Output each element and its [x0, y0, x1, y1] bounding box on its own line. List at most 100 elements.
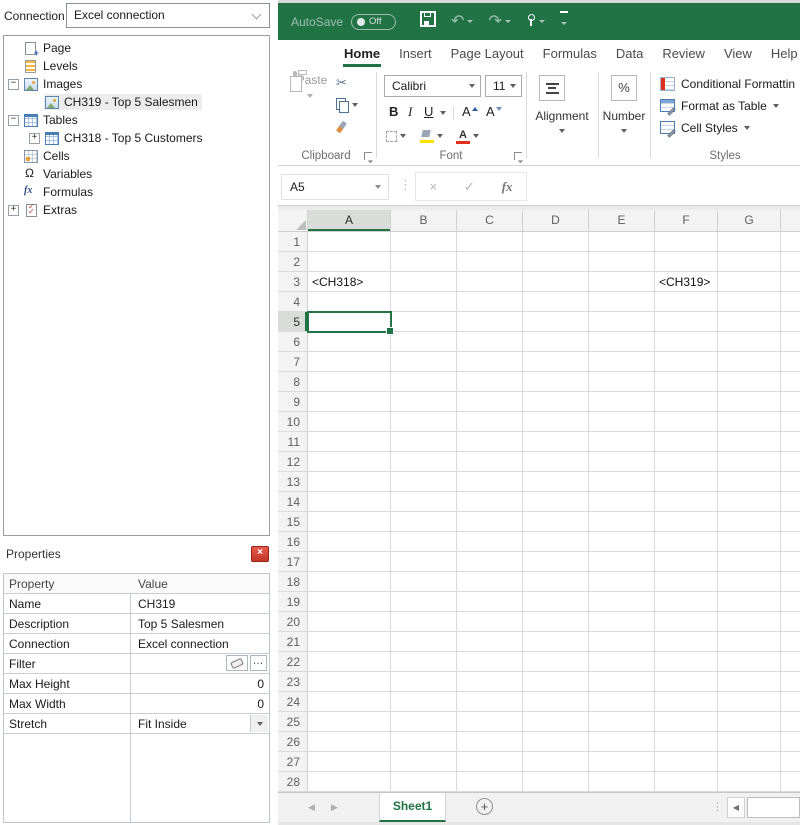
touch-mouse-mode-button[interactable]	[526, 13, 545, 31]
connection-select[interactable]: Excel connection	[66, 3, 270, 28]
copy-button[interactable]	[336, 98, 358, 112]
column-header-f[interactable]: F	[655, 210, 718, 231]
bold-button[interactable]: B	[389, 104, 398, 120]
row-header-14[interactable]: 14	[278, 492, 307, 512]
row-header-7[interactable]: 7	[278, 352, 307, 372]
filter-more-button[interactable]: …	[250, 655, 267, 671]
property-value-max-height[interactable]: 0	[131, 674, 269, 693]
column-header-a[interactable]: A	[308, 210, 391, 231]
row-header-27[interactable]: 27	[278, 752, 307, 772]
column-header-c[interactable]: C	[457, 210, 523, 231]
tree-item-images[interactable]: −Images	[4, 75, 269, 93]
select-all-corner[interactable]	[278, 210, 308, 231]
fill-color-button[interactable]	[420, 128, 443, 144]
chevron-down-icon[interactable]	[621, 129, 627, 133]
property-value-max-width[interactable]: 0	[131, 694, 269, 713]
row-header-25[interactable]: 25	[278, 712, 307, 732]
autosave-toggle[interactable]: Off	[351, 14, 396, 30]
underline-button[interactable]: U	[424, 104, 433, 120]
tree-item-ch319-top-5-salesmen[interactable]: CH319 - Top 5 Salesmen	[4, 93, 269, 111]
row-header-11[interactable]: 11	[278, 432, 307, 452]
column-header-d[interactable]: D	[523, 210, 589, 231]
minus-expander-icon[interactable]: −	[8, 79, 19, 90]
horizontal-scrollbar-thumb[interactable]	[747, 797, 800, 818]
stretch-dropdown-button[interactable]	[250, 715, 268, 732]
tab-home[interactable]: Home	[343, 43, 381, 67]
enter-button[interactable]: ✓	[464, 179, 475, 195]
italic-button[interactable]: I	[408, 104, 412, 120]
tree-item-variables[interactable]: Variables	[4, 165, 269, 183]
tree-item-tables[interactable]: −Tables	[4, 111, 269, 129]
customize-qat-button[interactable]	[560, 11, 568, 33]
conditional-formatting-button[interactable]: Conditional Formattin	[660, 76, 795, 91]
chevron-down-icon[interactable]	[559, 129, 565, 133]
row-header-15[interactable]: 15	[278, 512, 307, 532]
sheet-nav-right-icon[interactable]: ▶	[331, 802, 338, 813]
property-value-connection[interactable]: Excel connection	[131, 634, 269, 653]
sheet-tab-sheet1[interactable]: Sheet1	[379, 793, 446, 822]
tree-item-formulas[interactable]: Formulas	[4, 183, 269, 201]
dialog-launcher-icon[interactable]	[514, 152, 522, 160]
row-header-8[interactable]: 8	[278, 372, 307, 392]
cell-a3[interactable]: <CH318>	[308, 272, 363, 292]
row-header-26[interactable]: 26	[278, 732, 307, 752]
add-sheet-button[interactable]: +	[476, 798, 493, 815]
plus-expander-icon[interactable]: +	[29, 133, 40, 144]
row-header-18[interactable]: 18	[278, 572, 307, 592]
cell-styles-button[interactable]: Cell Styles	[660, 120, 750, 135]
row-header-4[interactable]: 4	[278, 292, 307, 312]
row-header-13[interactable]: 13	[278, 472, 307, 492]
row-header-2[interactable]: 2	[278, 252, 307, 272]
scroll-left-button[interactable]: ◀	[727, 797, 745, 818]
property-value-name[interactable]: CH319	[131, 594, 269, 613]
dialog-launcher-icon[interactable]	[364, 152, 372, 160]
row-header-21[interactable]: 21	[278, 632, 307, 652]
row-header-9[interactable]: 9	[278, 392, 307, 412]
minus-expander-icon[interactable]: −	[8, 115, 19, 126]
cut-button[interactable]: ✂	[336, 76, 347, 89]
row-header-5[interactable]: 5	[278, 312, 307, 332]
row-header-16[interactable]: 16	[278, 532, 307, 552]
column-header-b[interactable]: B	[391, 210, 457, 231]
alignment-button[interactable]	[539, 75, 565, 101]
row-header-19[interactable]: 19	[278, 592, 307, 612]
row-header-23[interactable]: 23	[278, 672, 307, 692]
column-header-e[interactable]: E	[589, 210, 655, 231]
font-color-button[interactable]: A	[456, 128, 479, 144]
increase-font-size-button[interactable]: A	[462, 104, 478, 119]
undo-button[interactable]: ↶	[451, 13, 473, 31]
tab-insert[interactable]: Insert	[398, 43, 433, 67]
plus-expander-icon[interactable]: +	[8, 205, 19, 216]
insert-function-button[interactable]: fx	[502, 179, 513, 195]
tab-page-layout[interactable]: Page Layout	[450, 43, 525, 67]
chevron-down-icon[interactable]	[440, 111, 446, 115]
number-format-button[interactable]: %	[611, 75, 637, 101]
sheet-nav-left-icon[interactable]: ◀	[308, 802, 315, 813]
tab-help[interactable]: Help	[770, 43, 799, 67]
column-header-g[interactable]: G	[718, 210, 781, 231]
row-header-6[interactable]: 6	[278, 332, 307, 352]
sheetbar-drag-handle[interactable]: ⋮	[712, 800, 723, 813]
redo-button[interactable]: ↷	[488, 13, 510, 31]
font-name-select[interactable]: Calibri	[384, 75, 481, 97]
tree-item-cells[interactable]: Cells	[4, 147, 269, 165]
formula-input[interactable]	[531, 172, 800, 201]
tab-formulas[interactable]: Formulas	[542, 43, 598, 67]
filter-clear-button[interactable]	[226, 655, 248, 671]
row-header-22[interactable]: 22	[278, 652, 307, 672]
decrease-font-size-button[interactable]: A	[486, 104, 502, 119]
property-value-description[interactable]: Top 5 Salesmen	[131, 614, 269, 633]
property-value-filter[interactable]: …	[131, 654, 269, 673]
row-header-1[interactable]: 1	[278, 232, 307, 252]
tab-view[interactable]: View	[723, 43, 753, 67]
row-header-10[interactable]: 10	[278, 412, 307, 432]
column-header-partial[interactable]	[781, 210, 800, 231]
row-header-17[interactable]: 17	[278, 552, 307, 572]
format-painter-button[interactable]	[336, 120, 350, 134]
format-as-table-button[interactable]: Format as Table	[660, 98, 779, 113]
property-value-stretch[interactable]: Fit Inside	[131, 714, 269, 733]
row-header-12[interactable]: 12	[278, 452, 307, 472]
tab-data[interactable]: Data	[615, 43, 644, 67]
tab-review[interactable]: Review	[661, 43, 706, 67]
row-header-24[interactable]: 24	[278, 692, 307, 712]
